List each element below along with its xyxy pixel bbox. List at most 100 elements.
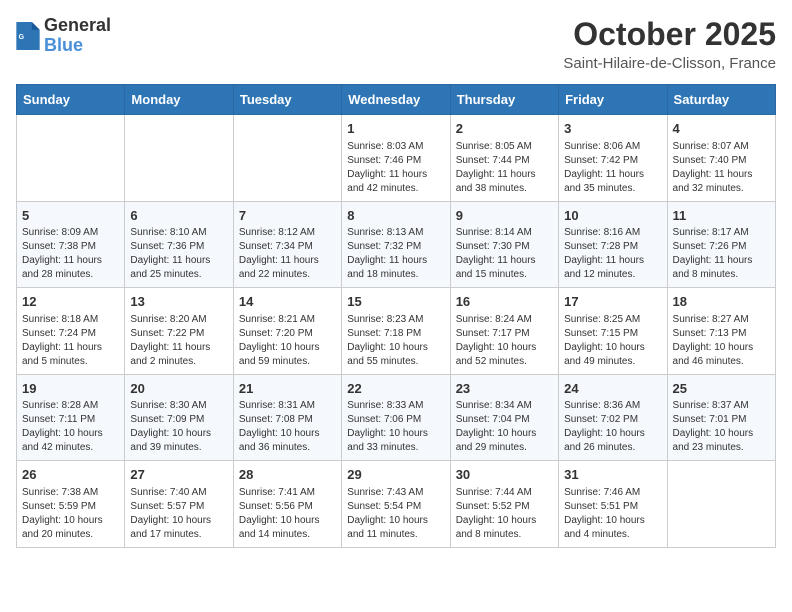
calendar-cell-w4-d3: 21Sunrise: 8:31 AM Sunset: 7:08 PM Dayli… [233,374,341,461]
title-section: October 2025 Saint-Hilaire-de-Clisson, F… [563,16,776,72]
day-info-26: Sunrise: 7:38 AM Sunset: 5:59 PM Dayligh… [22,486,119,542]
calendar-cell-w2-d3: 7Sunrise: 8:12 AM Sunset: 7:34 PM Daylig… [233,201,341,288]
calendar-week-2: 5Sunrise: 8:09 AM Sunset: 7:38 PM Daylig… [17,201,776,288]
calendar-cell-w3-d1: 12Sunrise: 8:18 AM Sunset: 7:24 PM Dayli… [17,288,125,375]
day-number-24: 24 [564,380,661,398]
logo-text: General Blue [44,16,111,56]
header-friday: Friday [559,85,667,115]
day-number-1: 1 [347,120,444,138]
day-info-10: Sunrise: 8:16 AM Sunset: 7:28 PM Dayligh… [564,226,661,282]
day-number-12: 12 [22,293,119,311]
header-saturday: Saturday [667,85,775,115]
day-info-5: Sunrise: 8:09 AM Sunset: 7:38 PM Dayligh… [22,226,119,282]
calendar-cell-w2-d7: 11Sunrise: 8:17 AM Sunset: 7:26 PM Dayli… [667,201,775,288]
calendar-cell-w3-d2: 13 Sunrise: 8:20 AM Sunset: 7:22 PM Dayli… [125,288,233,375]
day-number-6: 6 [130,207,227,225]
header-thursday: Thursday [450,85,558,115]
day-info-11: Sunrise: 8:17 AM Sunset: 7:26 PM Dayligh… [673,226,770,282]
page-header: G General Blue October 2025 Saint-Hilair… [16,16,776,72]
day-info-29: Sunrise: 7:43 AM Sunset: 5:54 PM Dayligh… [347,486,444,542]
day-number-22: 22 [347,380,444,398]
calendar-cell-w3-d3: 14 Sunrise: 8:21 AM Sunset: 7:20 PM Dayli… [233,288,341,375]
calendar-cell-w4-d2: 20Sunrise: 8:30 AM Sunset: 7:09 PM Dayli… [125,374,233,461]
calendar-table: Sunday Monday Tuesday Wednesday Thursday… [16,84,776,548]
calendar-cell-w1-d7: 4 Sunrise: 8:07 AM Sunset: 7:40 PM Daylig… [667,115,775,202]
calendar-cell-w4-d1: 19Sunrise: 8:28 AM Sunset: 7:11 PM Dayli… [17,374,125,461]
day-number-4: 4 [673,120,770,138]
header-tuesday: Tuesday [233,85,341,115]
day-info-24: Sunrise: 8:36 AM Sunset: 7:02 PM Dayligh… [564,399,661,455]
calendar-cell-w2-d4: 8Sunrise: 8:13 AM Sunset: 7:32 PM Daylig… [342,201,450,288]
calendar-cell-w5-d7 [667,461,775,548]
calendar-cell-w1-d5: 2Sunrise: 8:05 AM Sunset: 7:44 PM Daylig… [450,115,558,202]
calendar-cell-w3-d6: 17 Sunrise: 8:25 AM Sunset: 7:15 PM Dayli… [559,288,667,375]
day-info-15: Sunrise: 8:23 AM Sunset: 7:18 PM Dayligh… [347,313,444,369]
day-info-18: Sunrise: 8:27 AM Sunset: 7:13 PM Dayligh… [673,313,770,369]
day-number-19: 19 [22,380,119,398]
day-info-31: Sunrise: 7:46 AM Sunset: 5:51 PM Dayligh… [564,486,661,542]
calendar-cell-w1-d1 [17,115,125,202]
calendar-cell-w5-d5: 30Sunrise: 7:44 AM Sunset: 5:52 PM Dayli… [450,461,558,548]
logo: G General Blue [16,16,111,56]
header-sunday: Sunday [17,85,125,115]
day-info-27: Sunrise: 7:40 AM Sunset: 5:57 PM Dayligh… [130,486,227,542]
calendar-week-1: 1Sunrise: 8:03 AM Sunset: 7:46 PM Daylig… [17,115,776,202]
day-number-27: 27 [130,466,227,484]
day-number-7: 7 [239,207,336,225]
day-number-20: 20 [130,380,227,398]
calendar-cell-w2-d1: 5Sunrise: 8:09 AM Sunset: 7:38 PM Daylig… [17,201,125,288]
calendar-cell-w1-d4: 1Sunrise: 8:03 AM Sunset: 7:46 PM Daylig… [342,115,450,202]
header-wednesday: Wednesday [342,85,450,115]
calendar-cell-w2-d6: 10Sunrise: 8:16 AM Sunset: 7:28 PM Dayli… [559,201,667,288]
day-info-21: Sunrise: 8:31 AM Sunset: 7:08 PM Dayligh… [239,399,336,455]
calendar-cell-w1-d6: 3Sunrise: 8:06 AM Sunset: 7:42 PM Daylig… [559,115,667,202]
calendar-week-4: 19Sunrise: 8:28 AM Sunset: 7:11 PM Dayli… [17,374,776,461]
calendar-cell-w3-d5: 16Sunrise: 8:24 AM Sunset: 7:17 PM Dayli… [450,288,558,375]
calendar-cell-w3-d7: 18Sunrise: 8:27 AM Sunset: 7:13 PM Dayli… [667,288,775,375]
calendar-cell-w4-d5: 23Sunrise: 8:34 AM Sunset: 7:04 PM Dayli… [450,374,558,461]
calendar-cell-w4-d6: 24Sunrise: 8:36 AM Sunset: 7:02 PM Dayli… [559,374,667,461]
day-info-13: Sunrise: 8:20 AM Sunset: 7:22 PM Dayligh… [130,313,227,369]
calendar-cell-w5-d2: 27 Sunrise: 7:40 AM Sunset: 5:57 PM Dayli… [125,461,233,548]
calendar-cell-w5-d4: 29 Sunrise: 7:43 AM Sunset: 5:54 PM Dayli… [342,461,450,548]
calendar-cell-w5-d3: 28 Sunrise: 7:41 AM Sunset: 5:56 PM Dayli… [233,461,341,548]
day-info-17: Sunrise: 8:25 AM Sunset: 7:15 PM Dayligh… [564,313,661,369]
day-number-16: 16 [456,293,553,311]
day-info-19: Sunrise: 8:28 AM Sunset: 7:11 PM Dayligh… [22,399,119,455]
day-info-25: Sunrise: 8:37 AM Sunset: 7:01 PM Dayligh… [673,399,770,455]
calendar-cell-w5-d6: 31Sunrise: 7:46 AM Sunset: 5:51 PM Dayli… [559,461,667,548]
day-number-2: 2 [456,120,553,138]
day-number-25: 25 [673,380,770,398]
calendar-cell-w5-d1: 26 Sunrise: 7:38 AM Sunset: 5:59 PM Dayli… [17,461,125,548]
day-number-10: 10 [564,207,661,225]
day-info-7: Sunrise: 8:12 AM Sunset: 7:34 PM Dayligh… [239,226,336,282]
day-number-11: 11 [673,207,770,225]
day-number-8: 8 [347,207,444,225]
day-info-8: Sunrise: 8:13 AM Sunset: 7:32 PM Dayligh… [347,226,444,282]
day-number-5: 5 [22,207,119,225]
day-info-20: Sunrise: 8:30 AM Sunset: 7:09 PM Dayligh… [130,399,227,455]
calendar-week-3: 12Sunrise: 8:18 AM Sunset: 7:24 PM Dayli… [17,288,776,375]
day-number-26: 26 [22,466,119,484]
day-number-29: 29 [347,466,444,484]
logo-blue: Blue [44,36,111,56]
day-number-13: 13 [130,293,227,311]
calendar-header-row: Sunday Monday Tuesday Wednesday Thursday… [17,85,776,115]
day-info-30: Sunrise: 7:44 AM Sunset: 5:52 PM Dayligh… [456,486,553,542]
day-info-28: Sunrise: 7:41 AM Sunset: 5:56 PM Dayligh… [239,486,336,542]
day-number-21: 21 [239,380,336,398]
day-info-14: Sunrise: 8:21 AM Sunset: 7:20 PM Dayligh… [239,313,336,369]
calendar-cell-w4-d7: 25Sunrise: 8:37 AM Sunset: 7:01 PM Dayli… [667,374,775,461]
day-info-9: Sunrise: 8:14 AM Sunset: 7:30 PM Dayligh… [456,226,553,282]
svg-text:G: G [19,34,25,41]
day-info-4: Sunrise: 8:07 AM Sunset: 7:40 PM Dayligh… [673,140,770,196]
calendar-cell-w4-d4: 22Sunrise: 8:33 AM Sunset: 7:06 PM Dayli… [342,374,450,461]
calendar-cell-w1-d3 [233,115,341,202]
day-number-28: 28 [239,466,336,484]
calendar-cell-w2-d2: 6Sunrise: 8:10 AM Sunset: 7:36 PM Daylig… [125,201,233,288]
day-number-17: 17 [564,293,661,311]
day-number-14: 14 [239,293,336,311]
header-monday: Monday [125,85,233,115]
day-number-3: 3 [564,120,661,138]
day-info-22: Sunrise: 8:33 AM Sunset: 7:06 PM Dayligh… [347,399,444,455]
